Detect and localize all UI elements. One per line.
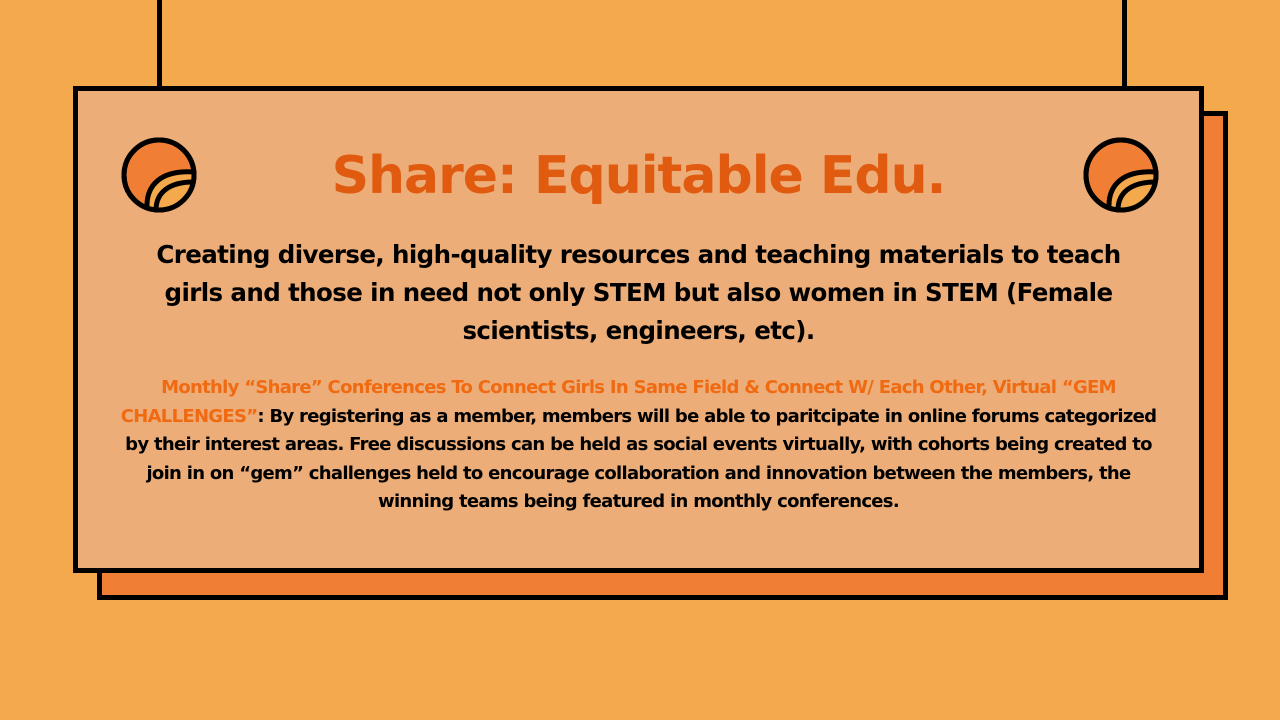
slide-subtitle: Creating diverse, high-quality resources… [156,240,1121,345]
slide-title: Share: Equitable Edu. [331,146,947,206]
slide-body: Monthly “Share” Conferences To Connect G… [120,374,1157,517]
body-text: : By registering as a member, members wi… [125,405,1157,513]
slide: Share: Equitable Edu. Creating diverse, … [0,0,1280,720]
